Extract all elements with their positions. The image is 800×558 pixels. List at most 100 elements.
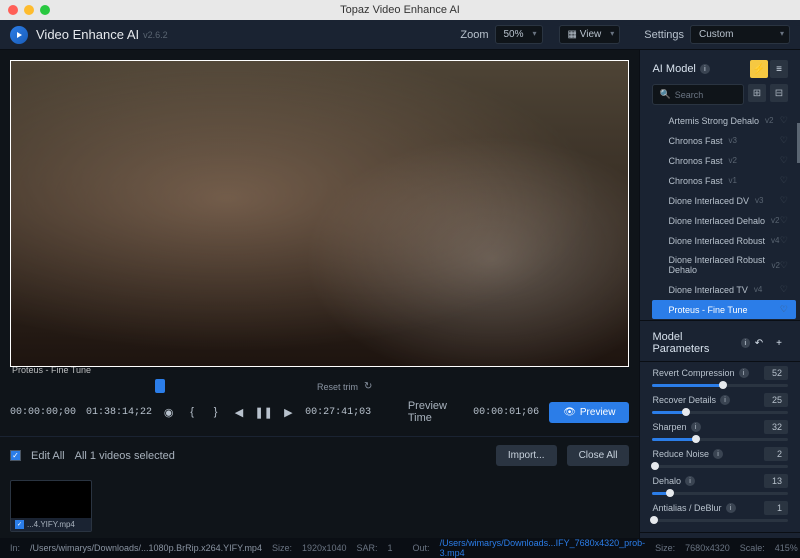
bracket-left-icon[interactable]: { [185, 404, 198, 420]
preview-button[interactable]: 👁 Preview [549, 402, 629, 423]
param-slider[interactable] [652, 492, 788, 495]
video-preview-area: Proteus - Fine Tune [0, 50, 639, 377]
app-version: v2.6.2 [143, 30, 168, 40]
scale-value: 415% [775, 543, 798, 553]
param-value[interactable]: 52 [764, 366, 788, 380]
param-slider[interactable] [652, 519, 788, 522]
import-button[interactable]: Import... [496, 445, 557, 466]
model-item[interactable]: Proteus - Fine Tune♡ [652, 300, 796, 319]
app-topbar: Video Enhance AI v2.6.2 Zoom 50% ▦ View … [0, 20, 800, 50]
info-icon[interactable]: i [741, 338, 750, 348]
close-all-button[interactable]: Close All [567, 445, 630, 466]
model-item[interactable]: Dione Interlaced DVv3♡ [652, 191, 796, 210]
snapshot-icon[interactable]: ◉ [162, 404, 175, 420]
info-icon[interactable]: i [700, 64, 710, 74]
param-value[interactable]: 2 [764, 447, 788, 461]
close-window-button[interactable] [8, 5, 18, 15]
settings-label: Settings [644, 29, 684, 41]
view-control[interactable]: ▦ View [559, 25, 621, 44]
model-item[interactable]: Artemis Strong Dehalov2♡ [652, 111, 796, 130]
out-path: /Users/wimarys/Downloads...IFY_7680x4320… [440, 538, 646, 558]
param-slider[interactable] [652, 465, 788, 468]
out-size-label: Size: [655, 543, 675, 553]
settings-dropdown[interactable]: Custom [690, 25, 790, 44]
info-icon[interactable]: i [691, 422, 701, 432]
video-frame[interactable] [10, 60, 629, 367]
info-icon[interactable]: i [720, 395, 730, 405]
step-back-icon[interactable]: ◀ [232, 404, 245, 420]
info-icon[interactable]: i [713, 449, 723, 459]
model-search-input[interactable]: 🔍 Search [652, 84, 744, 105]
maximize-window-button[interactable] [40, 5, 50, 15]
param-slider[interactable] [652, 411, 788, 414]
param-label: Sharpen [652, 422, 686, 432]
param-value[interactable]: 32 [764, 420, 788, 434]
param-label: Dehalo [652, 476, 681, 486]
ai-model-header: AI Model i ⚡ ≡ [640, 50, 800, 84]
search-settings-icon[interactable]: ⊞ [748, 84, 766, 102]
param-label: Antialias / DeBlur [652, 503, 721, 513]
view-dropdown[interactable]: ▦ View [559, 25, 621, 44]
trim-bar[interactable]: Reset trim ↻ [10, 381, 629, 392]
undo-icon[interactable]: ↶ [750, 334, 768, 352]
edit-all-checkbox[interactable]: ✓ [10, 450, 21, 461]
model-item[interactable]: Dione Interlaced TVv4♡ [652, 280, 796, 299]
param-row: Antialias / DeBlur i 1 [652, 501, 788, 522]
zoom-control: Zoom 50% [460, 25, 542, 44]
info-icon[interactable]: i [726, 503, 736, 513]
model-item[interactable]: Chronos Fastv3♡ [652, 131, 796, 150]
time-marker: 00:27:41;03 [305, 407, 371, 418]
param-row: Reduce Noise i 2 [652, 447, 788, 468]
sar-label: SAR: [357, 543, 378, 553]
param-slider[interactable] [652, 438, 788, 441]
param-label: Revert Compression [652, 368, 734, 378]
zoom-dropdown[interactable]: 50% [495, 25, 543, 44]
list-view-icon[interactable]: ≡ [770, 60, 788, 78]
param-value[interactable]: 25 [764, 393, 788, 407]
reset-trim-label[interactable]: Reset trim [317, 382, 358, 392]
macos-titlebar: Topaz Video Enhance AI [0, 0, 800, 20]
model-item[interactable]: Dione Interlaced Robustv4♡ [652, 231, 796, 250]
param-row: Dehaloi 13 [652, 474, 788, 495]
preview-time-label: Preview Time [408, 400, 463, 424]
scale-label: Scale: [740, 543, 765, 553]
out-size: 7680x4320 [685, 543, 730, 553]
reset-trim-icon[interactable]: ↻ [364, 381, 372, 392]
model-list[interactable]: Artemis Strong Dehalov2♡Chronos Fastv3♡C… [640, 111, 800, 320]
minimize-window-button[interactable] [24, 5, 34, 15]
in-size-label: Size: [272, 543, 292, 553]
trim-handle[interactable] [155, 379, 165, 393]
model-item[interactable]: Chronos Fastv2♡ [652, 151, 796, 170]
param-value[interactable]: 13 [764, 474, 788, 488]
step-forward-icon[interactable]: ▶ [282, 404, 295, 420]
param-row: Recover Detailsi25 [652, 393, 788, 414]
in-size: 1920x1040 [302, 543, 347, 553]
search-filter-icon[interactable]: ⊟ [770, 84, 788, 102]
thumbnail-checkbox[interactable]: ✓ [15, 520, 24, 529]
model-item[interactable]: Chronos Fastv1♡ [652, 171, 796, 190]
model-item[interactable]: Dione Interlaced Robust Dehalov2♡ [652, 251, 796, 279]
status-bar: In: /Users/wimarys/Downloads/...1080p.Br… [0, 538, 800, 558]
param-slider[interactable] [652, 384, 788, 387]
params-list: Revert Compressioni52Recover Detailsi25S… [640, 361, 800, 532]
in-label: In: [10, 543, 20, 553]
app-name: Video Enhance AI [36, 27, 139, 42]
info-icon[interactable]: i [739, 368, 749, 378]
video-thumbnail[interactable]: ✓ ...4.YIFY.mp4 [10, 480, 92, 532]
window-title: Topaz Video Enhance AI [340, 4, 460, 16]
info-icon[interactable]: i [685, 476, 695, 486]
pause-icon[interactable]: ❚❚ [256, 404, 272, 420]
add-icon[interactable]: + [770, 334, 788, 352]
time-start: 00:00:00;00 [10, 407, 76, 418]
param-label: Reduce Noise [652, 449, 709, 459]
zoom-label: Zoom [460, 29, 488, 41]
param-row: Sharpen i 32 [652, 420, 788, 441]
app-logo-icon [10, 26, 28, 44]
preview-model-label: Proteus - Fine Tune [12, 365, 91, 375]
preview-time-value: 00:00:01;06 [473, 407, 539, 418]
lightning-icon[interactable]: ⚡ [750, 60, 768, 78]
param-value[interactable]: 1 [764, 501, 788, 515]
bracket-right-icon[interactable]: } [209, 404, 222, 420]
time-current: 01:38:14;22 [86, 407, 152, 418]
model-item[interactable]: Dione Interlaced Dehalov2♡ [652, 211, 796, 230]
